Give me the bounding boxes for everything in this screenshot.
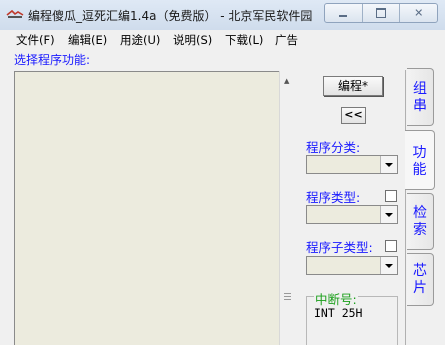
menu-file[interactable]: 文件(F) [16,32,55,48]
maximize-icon [376,8,386,18]
minimize-button[interactable] [325,4,363,22]
vertical-scrollbar[interactable]: ▲ [279,71,296,345]
maximize-button[interactable] [363,4,401,22]
window-controls: ✕ [324,3,438,23]
category-label: 程序分类: [306,140,361,155]
category-select[interactable] [306,155,398,174]
tab-chip[interactable]: 芯 片 [407,253,434,306]
subtype-label: 程序子类型: [306,240,373,255]
type-select[interactable] [306,205,398,224]
tab-function[interactable]: 功 能 [405,130,435,190]
section-label: 选择程序功能: [14,53,91,67]
compile-button[interactable]: 编程* [323,76,383,96]
tab-panel-edge [405,70,406,345]
close-button[interactable]: ✕ [400,4,437,22]
title-bar[interactable]: 编程傻瓜_逗死汇编1.4a（免费版） - 北京军民软件园 ✕ [0,0,445,31]
subtype-select[interactable] [306,256,398,275]
window-title: 编程傻瓜_逗死汇编1.4a（免费版） - 北京军民软件园 [28,9,313,23]
function-list[interactable] [14,71,294,345]
app-icon [6,9,24,18]
type-checkbox[interactable] [385,190,397,202]
interrupt-value: INT 25H [314,306,363,320]
menu-help[interactable]: 说明(S) [173,32,212,48]
minimize-icon [339,15,348,17]
chevron-down-icon[interactable] [380,206,397,223]
close-icon: ✕ [414,6,424,20]
menu-download[interactable]: 下载(L) [225,32,263,48]
collapse-button[interactable]: << [341,107,366,124]
menu-ads[interactable]: 广告 [275,32,298,48]
menu-usage[interactable]: 用途(U) [120,32,160,48]
tab-label: 组 串 [413,81,427,114]
subtype-checkbox[interactable] [385,240,397,252]
tab-label: 功 能 [412,145,427,178]
chevron-down-icon[interactable] [380,156,397,173]
tab-label: 检 索 [413,205,427,238]
type-label: 程序类型: [306,190,361,205]
scroll-up-arrow-icon[interactable]: ▲ [284,77,289,85]
tab-label: 芯 片 [413,263,427,296]
tab-search[interactable]: 检 索 [407,193,434,250]
scroll-grip-icon [284,293,291,302]
menu-bar: 文件(F) 编辑(E) 用途(U) 说明(S) 下载(L) 广告 [0,30,445,48]
tab-group-string[interactable]: 组 串 [407,68,434,126]
chevron-down-icon[interactable] [380,257,397,274]
menu-edit[interactable]: 编辑(E) [68,32,107,48]
